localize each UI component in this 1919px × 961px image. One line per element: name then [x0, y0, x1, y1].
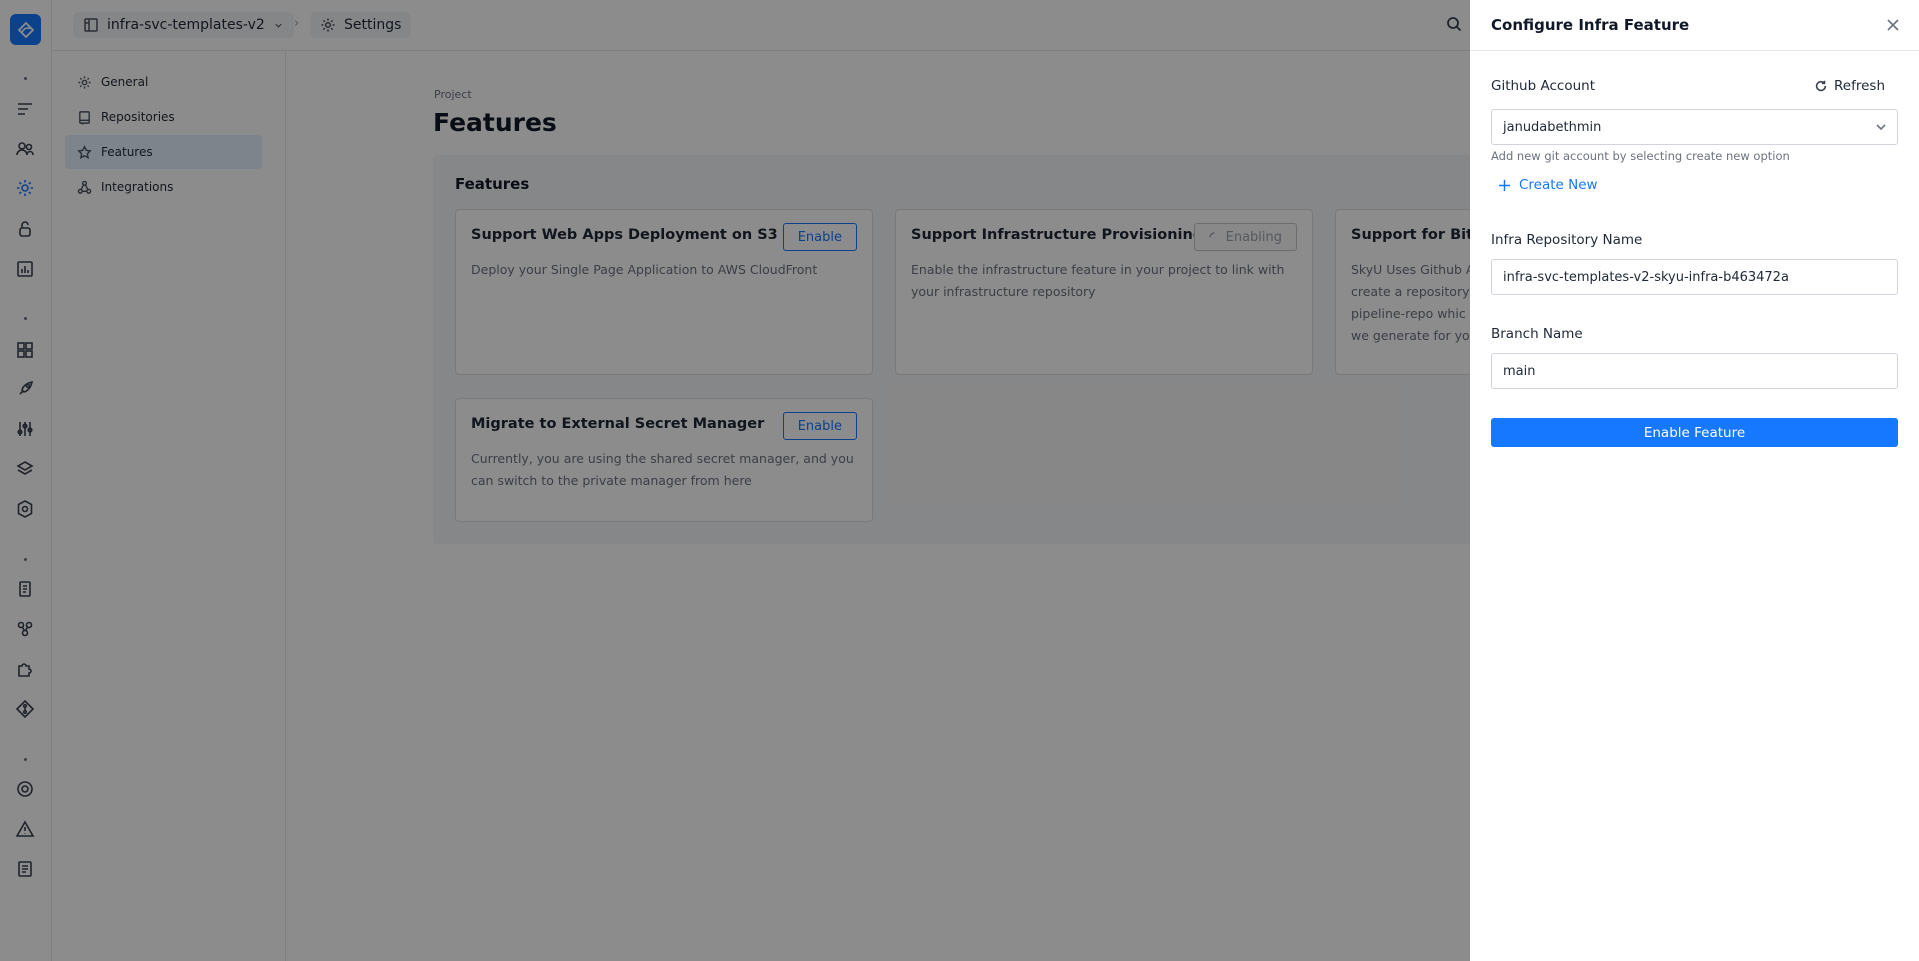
- repo-name-label: Infra Repository Name: [1491, 232, 1643, 248]
- drawer-header: Configure Infra Feature: [1470, 0, 1919, 51]
- plus-icon: [1498, 179, 1511, 191]
- branch-name-input[interactable]: [1491, 353, 1898, 389]
- create-new-button[interactable]: Create New: [1498, 177, 1598, 193]
- chevron-down-icon: [1875, 121, 1887, 137]
- configure-infra-drawer: Configure Infra Feature Github Account R…: [1470, 0, 1919, 961]
- github-account-value: janudabethmin: [1503, 119, 1602, 135]
- drawer-title: Configure Infra Feature: [1491, 16, 1690, 34]
- refresh-button[interactable]: Refresh: [1814, 78, 1885, 94]
- github-account-label: Github Account: [1491, 78, 1595, 94]
- refresh-label: Refresh: [1834, 78, 1885, 94]
- close-icon[interactable]: [1885, 17, 1901, 33]
- modal-overlay[interactable]: [0, 0, 1470, 961]
- repo-name-input[interactable]: [1491, 259, 1898, 295]
- enable-feature-button[interactable]: Enable Feature: [1491, 418, 1898, 447]
- refresh-icon: [1815, 80, 1827, 92]
- github-account-select[interactable]: janudabethmin: [1491, 109, 1898, 145]
- github-account-hint: Add new git account by selecting create …: [1491, 149, 1790, 163]
- create-new-label: Create New: [1519, 177, 1598, 193]
- branch-name-label: Branch Name: [1491, 326, 1583, 342]
